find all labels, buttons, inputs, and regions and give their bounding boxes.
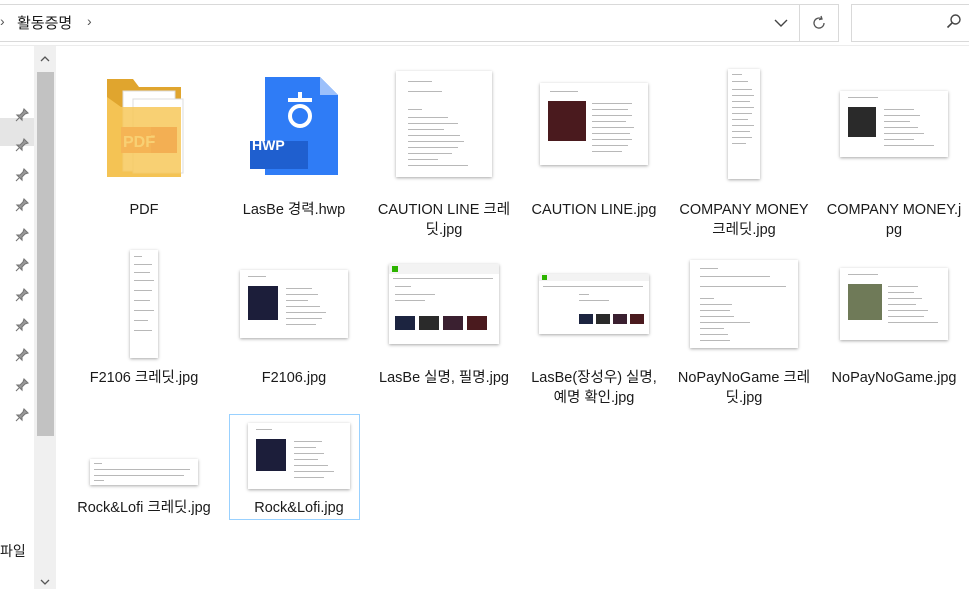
pin-icon: [15, 168, 29, 182]
scrollbar-thumb[interactable]: [37, 72, 54, 436]
file-list: F PDF PDF HWP LasBe 경력.hwp: [56, 46, 969, 589]
file-name: Rock&Lofi 크레딧.jpg: [77, 500, 211, 516]
pin-icon: [15, 138, 29, 152]
pin-icon: [15, 318, 29, 332]
file-name: NoPayNoGame.jpg: [831, 370, 957, 386]
image-thumbnail: [529, 244, 659, 364]
file-name: F2106 크레딧.jpg: [89, 370, 199, 386]
file-name: LasBe 경력.hwp: [242, 202, 346, 218]
navigation-pane: 파일: [0, 46, 34, 589]
hwp-badge: HWP: [252, 137, 285, 153]
pin-icon: [15, 408, 29, 422]
file-name: CAUTION LINE 크레딧.jpg: [377, 202, 511, 238]
pin-icon: [15, 198, 29, 212]
hwp-document-icon: HWP: [229, 64, 359, 184]
chevron-down-icon: [774, 19, 788, 27]
file-name: LasBe(장성우) 실명, 예명 확인.jpg: [531, 370, 657, 406]
image-thumbnail: [79, 412, 209, 502]
file-name: PDF: [129, 202, 159, 218]
pin-icon: [15, 288, 29, 302]
pin-icon: [15, 228, 29, 242]
scroll-up-button[interactable]: [34, 50, 56, 68]
image-thumbnail: [79, 244, 209, 364]
file-name: Rock&Lofi.jpg: [254, 500, 344, 516]
image-thumbnail: [529, 64, 659, 184]
image-thumbnail: [379, 244, 509, 364]
image-thumbnail: [379, 64, 509, 184]
image-thumbnail: [679, 244, 809, 364]
address-field[interactable]: [0, 4, 799, 42]
vertical-scrollbar[interactable]: [34, 46, 56, 589]
refresh-icon: [813, 15, 825, 29]
search-icon[interactable]: [946, 13, 962, 29]
file-name: NoPayNoGame 크레딧.jpg: [677, 370, 811, 406]
pin-icon: [15, 258, 29, 272]
pin-icon: [15, 348, 29, 362]
image-thumbnail: [829, 244, 959, 364]
chevron-down-icon: [40, 579, 50, 585]
image-thumbnail: [679, 64, 809, 184]
file-name: F2106.jpg: [261, 370, 327, 386]
chevron-up-icon: [40, 56, 50, 62]
file-name: CAUTION LINE.jpg: [531, 202, 657, 218]
address-bar: › 활동증명 ›: [0, 0, 969, 46]
image-thumbnail: [234, 416, 364, 496]
file-name: LasBe 실명, 필명.jpg: [379, 370, 509, 386]
breadcrumb[interactable]: 활동증명: [17, 12, 72, 33]
scroll-down-button[interactable]: [34, 574, 56, 589]
refresh-button[interactable]: [799, 4, 839, 42]
pin-icon: [15, 108, 29, 122]
file-name: COMPANY MONEY 크레딧.jpg: [679, 202, 809, 238]
pin-icon: [15, 378, 29, 392]
nav-item-label[interactable]: 파일: [0, 541, 26, 561]
image-thumbnail: [229, 244, 359, 364]
image-thumbnail: [829, 64, 959, 184]
address-dropdown-button[interactable]: [766, 8, 796, 38]
breadcrumb-chevron-icon[interactable]: ›: [87, 13, 92, 29]
folder-icon: F PDF: [79, 64, 209, 184]
file-name: COMPANY MONEY.jpg: [826, 202, 962, 238]
chevron-right-icon[interactable]: ›: [0, 13, 5, 29]
